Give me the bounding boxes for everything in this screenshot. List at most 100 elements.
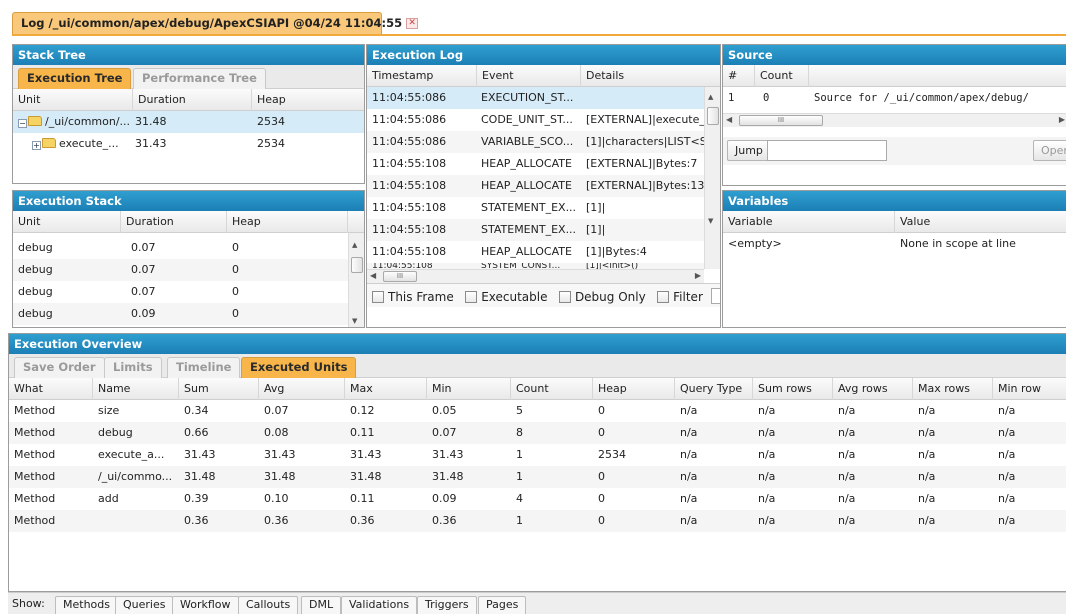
show-validations-button[interactable]: Validations (341, 596, 418, 614)
column-value[interactable]: Value (895, 211, 1066, 233)
expand-icon[interactable]: + (32, 141, 41, 150)
column-sum[interactable]: Sum (179, 378, 259, 400)
execution-log-vscrollbar[interactable]: ▲ ▼ (704, 87, 720, 269)
column-count[interactable]: Count (511, 378, 593, 400)
checkbox-icon[interactable] (657, 291, 670, 303)
overview-row[interactable]: Method 0.36 0.36 0.36 0.36 1 0 n/a n/a n/a n/a n/a (9, 510, 1066, 532)
tab-divider (12, 34, 1066, 36)
checkbox-icon[interactable] (465, 291, 478, 303)
show-methods-button[interactable]: Methods (55, 596, 118, 614)
tab-performance-tree[interactable]: Performance Tree (133, 68, 266, 89)
column-duration[interactable]: Duration (133, 89, 252, 111)
column-line-number[interactable]: # (723, 65, 755, 87)
checkbox-icon[interactable] (558, 291, 571, 303)
execution-stack-scrollbar[interactable]: ▲ ▼ (348, 233, 364, 327)
checkbox-icon[interactable] (372, 291, 384, 303)
overview-avg-cell: 31.43 (264, 448, 296, 461)
tab-executed-units[interactable]: Executed Units (241, 357, 357, 378)
filter-this-frame[interactable]: This Frame (372, 290, 454, 304)
column-avg[interactable]: Avg (259, 378, 345, 400)
log-row[interactable]: 11:04:55:108 STATEMENT_EX... [1]| (367, 219, 704, 241)
column-timestamp[interactable]: Timestamp (367, 65, 477, 87)
log-row[interactable]: 11:04:55:108 STATEMENT_EX... [1]| (367, 197, 704, 219)
show-queries-button[interactable]: Queries (115, 596, 174, 614)
column-details[interactable]: Details (581, 65, 720, 87)
tree-row[interactable]: − /_ui/common/... 31.48 2534 (13, 111, 364, 133)
column-max-rows[interactable]: Max rows (913, 378, 993, 400)
tab-timeline[interactable]: Timeline (167, 357, 241, 378)
column-duration[interactable]: Duration (121, 211, 227, 233)
execution-log-hscrollbar[interactable]: ◀ III ▶ (367, 269, 704, 283)
column-heap[interactable]: Heap (252, 89, 364, 111)
column-query-type[interactable]: Query Type (675, 378, 753, 400)
scroll-right-icon[interactable]: ▶ (1059, 115, 1065, 124)
scroll-down-icon[interactable]: ▼ (708, 217, 713, 225)
column-sum-rows[interactable]: Sum rows (753, 378, 833, 400)
column-event[interactable]: Event (477, 65, 581, 87)
collapse-icon[interactable]: − (18, 119, 27, 128)
overview-row[interactable]: Method add 0.39 0.10 0.11 0.09 4 0 n/a n/a n/a n/a n… (9, 488, 1066, 510)
scroll-up-icon[interactable]: ▲ (708, 93, 713, 101)
column-heap[interactable]: Heap (227, 211, 348, 233)
variable-row[interactable]: <empty> None in scope at line (723, 233, 1066, 255)
stack-row[interactable]: debug 0.07 0 (13, 237, 348, 259)
log-row[interactable]: 11:04:55:086 VARIABLE_SCO... [1]|charact… (367, 131, 706, 153)
scroll-left-icon[interactable]: ◀ (726, 115, 732, 124)
scroll-thumb[interactable] (351, 257, 363, 273)
jump-button[interactable]: Jump (727, 140, 771, 161)
filter-executable[interactable]: Executable (465, 290, 547, 304)
log-tab[interactable]: Log /_ui/common/apex/debug/ApexCSIAPI @0… (12, 12, 419, 34)
stack-row[interactable]: debug 0.09 0 (13, 303, 348, 325)
column-avg-rows[interactable]: Avg rows (833, 378, 913, 400)
scroll-thumb[interactable]: III (739, 115, 823, 126)
log-row[interactable]: 11:04:55:108 HEAP_ALLOCATE [1]|Bytes:4 (367, 241, 704, 263)
close-icon[interactable]: ✕ (406, 18, 419, 29)
log-row[interactable]: 11:04:55:086 CODE_UNIT_ST... [EXTERNAL]|… (367, 109, 705, 131)
log-row[interactable]: 11:04:55:108 HEAP_ALLOCATE [EXTERNAL]|By… (367, 175, 704, 197)
column-heap[interactable]: Heap (593, 378, 675, 400)
log-row[interactable]: 11:04:55:108 HEAP_ALLOCATE [EXTERNAL]|By… (367, 153, 704, 175)
source-hscrollbar[interactable]: ◀ III ▶ (723, 113, 1066, 127)
scroll-thumb[interactable] (707, 107, 719, 125)
open-button[interactable]: Open (1033, 140, 1066, 161)
tree-row[interactable]: + execute_... 31.43 2534 (13, 133, 364, 155)
column-count[interactable]: Count (755, 65, 809, 87)
column-min-rows[interactable]: Min row (993, 378, 1066, 400)
column-what[interactable]: What (9, 378, 93, 400)
show-dml-button[interactable]: DML (301, 596, 342, 614)
stack-row[interactable]: debug 0.07 0 (13, 259, 348, 281)
show-triggers-button[interactable]: Triggers (417, 596, 477, 614)
filter-debug-only[interactable]: Debug Only (558, 290, 646, 304)
column-min[interactable]: Min (427, 378, 511, 400)
tab-execution-tree[interactable]: Execution Tree (18, 68, 132, 89)
show-pages-button[interactable]: Pages (478, 596, 527, 614)
log-event-cell: STATEMENT_EX... (481, 223, 577, 236)
filter-filter[interactable]: Filter (657, 290, 703, 304)
tab-limits[interactable]: Limits (104, 357, 162, 378)
overview-row[interactable]: Method /_ui/commo... 31.48 31.48 31.48 31.48 1… (9, 466, 1066, 488)
jump-line-input[interactable] (767, 140, 887, 161)
overview-row[interactable]: Method execute_a... 31.43 31.43 31.43 31.43 1 2… (9, 444, 1066, 466)
log-row[interactable]: 11:04:55:086 EXECUTION_ST... (367, 87, 704, 109)
scroll-left-icon[interactable]: ◀ (370, 271, 376, 280)
overview-heap-cell: 0 (598, 404, 605, 417)
overview-row[interactable]: Method debug 0.66 0.08 0.11 0.07 8 0 n/a n/a n/a n/… (9, 422, 1066, 444)
column-unit[interactable]: Unit (13, 89, 133, 111)
filter-input[interactable] (710, 288, 720, 304)
column-variable[interactable]: Variable (723, 211, 895, 233)
overview-max-rows-cell: n/a (918, 492, 936, 505)
tab-save-order[interactable]: Save Order (14, 357, 105, 378)
stack-row[interactable]: debug 0.07 0 (13, 281, 348, 303)
column-unit[interactable]: Unit (13, 211, 121, 233)
scroll-right-icon[interactable]: ▶ (695, 271, 701, 280)
column-name[interactable]: Name (93, 378, 179, 400)
scroll-thumb[interactable]: III (383, 271, 417, 282)
show-callouts-button[interactable]: Callouts (238, 596, 299, 614)
column-max[interactable]: Max (345, 378, 427, 400)
overview-row[interactable]: Method size 0.34 0.07 0.12 0.05 5 0 n/a n/a n/a n/a… (9, 400, 1066, 422)
column-source[interactable] (809, 65, 1066, 87)
show-workflow-button[interactable]: Workflow (172, 596, 239, 614)
source-row[interactable]: 1 0 Source for /_ui/common/apex/debug/ (723, 87, 1066, 109)
scroll-down-icon[interactable]: ▼ (352, 317, 357, 325)
scroll-up-icon[interactable]: ▲ (352, 241, 357, 249)
